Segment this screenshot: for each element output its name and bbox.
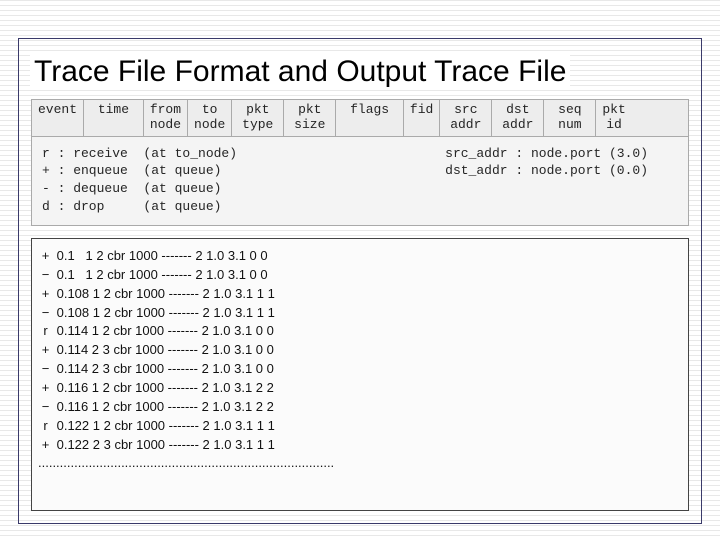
event-symbol: − bbox=[38, 360, 53, 379]
hcell-fid: fid bbox=[404, 100, 440, 136]
legend-addrs: src_addr : node.port (3.0) dst_addr : no… bbox=[445, 145, 678, 215]
event-symbol: r bbox=[38, 417, 53, 436]
trace-text: 0.122 1 2 cbr 1000 ------- 2 1.0 3.1 1 1 bbox=[53, 418, 275, 433]
hcell-pkt-size: pkt size bbox=[284, 100, 336, 136]
trace-text: 0.114 1 2 cbr 1000 ------- 2 1.0 3.1 0 0 bbox=[53, 323, 274, 338]
trace-row: + 0.1 1 2 cbr 1000 ------- 2 1.0 3.1 0 0 bbox=[32, 247, 688, 266]
trace-text: 0.122 2 3 cbr 1000 ------- 2 1.0 3.1 1 1 bbox=[53, 437, 275, 452]
trace-ellipsis: ........................................… bbox=[32, 454, 688, 473]
trace-row: r 0.114 1 2 cbr 1000 ------- 2 1.0 3.1 0… bbox=[32, 322, 688, 341]
trace-text: 0.1 1 2 cbr 1000 ------- 2 1.0 3.1 0 0 bbox=[53, 248, 268, 263]
trace-output-box: + 0.1 1 2 cbr 1000 ------- 2 1.0 3.1 0 0… bbox=[31, 238, 689, 511]
hcell-pkt-id: pkt id bbox=[596, 100, 631, 136]
trace-row: + 0.116 1 2 cbr 1000 ------- 2 1.0 3.1 2… bbox=[32, 379, 688, 398]
hcell-from-node: from node bbox=[144, 100, 188, 136]
slide-frame: event time from node to node pkt type pk… bbox=[18, 38, 702, 524]
trace-row: + 0.122 2 3 cbr 1000 ------- 2 1.0 3.1 1… bbox=[32, 436, 688, 455]
trace-format-box: event time from node to node pkt type pk… bbox=[31, 99, 689, 226]
trace-text: 0.1 1 2 cbr 1000 ------- 2 1.0 3.1 0 0 bbox=[53, 267, 268, 282]
trace-row: + 0.108 1 2 cbr 1000 ------- 2 1.0 3.1 1… bbox=[32, 285, 688, 304]
trace-header-row: event time from node to node pkt type pk… bbox=[32, 100, 688, 137]
hcell-event: event bbox=[32, 100, 84, 136]
event-symbol: + bbox=[38, 247, 53, 266]
trace-text: 0.114 2 3 cbr 1000 ------- 2 1.0 3.1 0 0 bbox=[53, 342, 274, 357]
hcell-seq-num: seq num bbox=[544, 100, 596, 136]
legend-events: r : receive (at to_node) + : enqueue (at… bbox=[42, 145, 237, 215]
hcell-to-node: to node bbox=[188, 100, 232, 136]
trace-row: + 0.114 2 3 cbr 1000 ------- 2 1.0 3.1 0… bbox=[32, 341, 688, 360]
event-symbol: − bbox=[38, 398, 53, 417]
event-symbol: + bbox=[38, 436, 53, 455]
trace-text: 0.108 1 2 cbr 1000 ------- 2 1.0 3.1 1 1 bbox=[53, 305, 275, 320]
hcell-dst-addr: dst addr bbox=[492, 100, 544, 136]
trace-text: 0.114 2 3 cbr 1000 ------- 2 1.0 3.1 0 0 bbox=[53, 361, 274, 376]
event-symbol: r bbox=[38, 322, 53, 341]
trace-text: 0.108 1 2 cbr 1000 ------- 2 1.0 3.1 1 1 bbox=[53, 286, 275, 301]
event-symbol: + bbox=[38, 285, 53, 304]
event-symbol: − bbox=[38, 266, 53, 285]
trace-text: 0.116 1 2 cbr 1000 ------- 2 1.0 3.1 2 2 bbox=[53, 380, 274, 395]
hcell-pkt-type: pkt type bbox=[232, 100, 284, 136]
trace-row: − 0.116 1 2 cbr 1000 ------- 2 1.0 3.1 2… bbox=[32, 398, 688, 417]
event-symbol: + bbox=[38, 379, 53, 398]
hcell-time: time bbox=[84, 100, 144, 136]
trace-text: 0.116 1 2 cbr 1000 ------- 2 1.0 3.1 2 2 bbox=[53, 399, 274, 414]
trace-row: − 0.108 1 2 cbr 1000 ------- 2 1.0 3.1 1… bbox=[32, 304, 688, 323]
slide-title: Trace File Format and Output Trace File bbox=[30, 55, 570, 89]
trace-row: − 0.1 1 2 cbr 1000 ------- 2 1.0 3.1 0 0 bbox=[32, 266, 688, 285]
event-symbol: + bbox=[38, 341, 53, 360]
event-symbol: − bbox=[38, 304, 53, 323]
legend-area: r : receive (at to_node) + : enqueue (at… bbox=[32, 137, 688, 225]
hcell-src-addr: src addr bbox=[440, 100, 492, 136]
hcell-flags: flags bbox=[336, 100, 404, 136]
trace-row: r 0.122 1 2 cbr 1000 ------- 2 1.0 3.1 1… bbox=[32, 417, 688, 436]
trace-row: − 0.114 2 3 cbr 1000 ------- 2 1.0 3.1 0… bbox=[32, 360, 688, 379]
